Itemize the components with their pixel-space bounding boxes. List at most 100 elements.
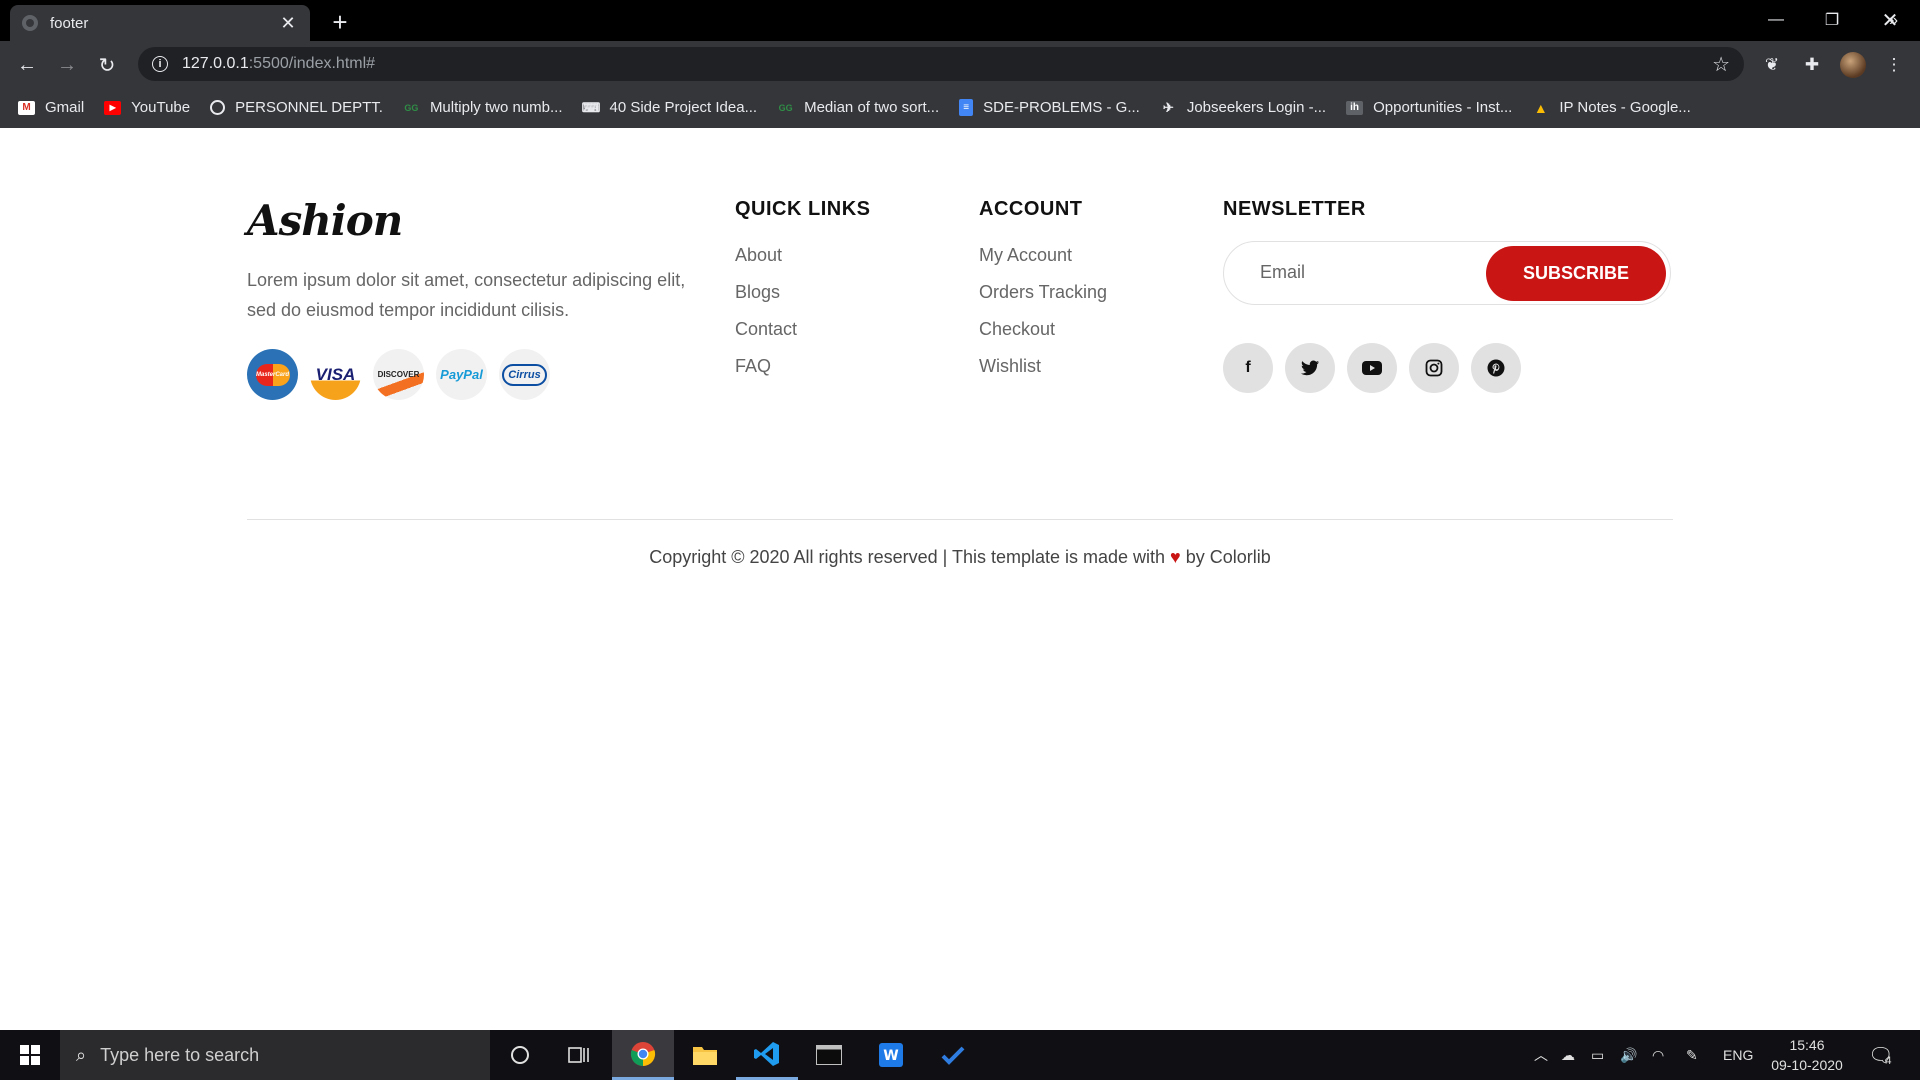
footer-divider — [247, 519, 1673, 520]
bookmark-item[interactable]: ▲ IP Notes - Google... — [1532, 99, 1691, 116]
gfg-icon: GG — [778, 102, 793, 113]
clock-date: 09-10-2020 — [1771, 1057, 1843, 1073]
link-contact[interactable]: Contact — [735, 311, 871, 348]
bookmark-item[interactable]: ≡ SDE-PROBLEMS - G... — [959, 99, 1140, 116]
volume-icon[interactable]: 🔊 — [1620, 1030, 1637, 1080]
todo-icon[interactable] — [922, 1030, 984, 1080]
tab-title: footer — [50, 14, 89, 32]
runner-icon: ✈ — [1162, 99, 1174, 115]
wifi-icon[interactable]: ◠ — [1652, 1030, 1664, 1080]
restore-icon[interactable]: ❐ — [1804, 0, 1860, 40]
email-input[interactable] — [1260, 262, 1480, 283]
account-links: ACCOUNT My Account Orders Tracking Check… — [979, 198, 1107, 385]
pinterest-icon[interactable] — [1471, 343, 1521, 393]
bookmark-label: PERSONNEL DEPTT. — [235, 99, 383, 116]
youtube-icon[interactable] — [1347, 343, 1397, 393]
youtube-icon: ▶ — [104, 100, 122, 115]
menu-icon[interactable]: ⋮ — [1882, 53, 1906, 77]
link-faq[interactable]: FAQ — [735, 348, 871, 385]
clock-time: 15:46 — [1789, 1037, 1825, 1053]
chrome-icon[interactable] — [612, 1030, 674, 1080]
pen-icon[interactable]: ✎ — [1686, 1030, 1698, 1080]
back-icon[interactable]: ← — [13, 51, 41, 79]
heart-icon: ♥ — [1170, 547, 1181, 567]
terminal-icon[interactable] — [798, 1030, 860, 1080]
close-tab-icon[interactable]: ✕ — [278, 13, 298, 34]
page-content: Ashion Lorem ipsum dolor sit amet, conse… — [0, 128, 1920, 1030]
vscode-icon[interactable] — [736, 1030, 798, 1080]
extension-icon[interactable]: ❦ — [1760, 53, 1784, 77]
logo[interactable]: Ashion — [247, 196, 697, 245]
gfg-icon: GG — [404, 102, 419, 113]
bookmark-star-icon[interactable]: ☆ — [1712, 52, 1730, 77]
bookmark-label: Opportunities - Inst... — [1373, 99, 1513, 116]
windows-start-icon[interactable] — [0, 1030, 60, 1080]
link-checkout[interactable]: Checkout — [979, 311, 1107, 348]
language-indicator[interactable]: ENG — [1723, 1030, 1753, 1080]
file-explorer-icon[interactable] — [674, 1030, 736, 1080]
minimize-icon[interactable]: — — [1748, 0, 1804, 40]
url-path: :5500/index.html# — [248, 55, 376, 72]
visa-icon: VISA — [310, 349, 361, 400]
address-bar[interactable]: i 127.0.0.1 :5500/index.html# ☆ — [138, 47, 1744, 81]
bookmark-label: Gmail — [45, 99, 85, 116]
bookmark-item[interactable]: ▶ YouTube — [104, 99, 190, 116]
colorlib-link[interactable]: by Colorlib — [1181, 547, 1271, 567]
link-about[interactable]: About — [735, 237, 871, 274]
bookmark-label: IP Notes - Google... — [1559, 99, 1691, 116]
paypal-icon: PayPal — [436, 349, 487, 400]
footer-about-text: Lorem ipsum dolor sit amet, consectetur … — [247, 270, 686, 320]
globe-icon — [210, 100, 226, 115]
extensions-puzzle-icon[interactable]: ✚ — [1800, 53, 1824, 77]
bookmark-item[interactable]: M Gmail — [18, 99, 84, 116]
browser-toolbar: ← → ↻ i 127.0.0.1 :5500/index.html# ☆ ❦ … — [0, 41, 1920, 87]
link-orders-tracking[interactable]: Orders Tracking — [979, 274, 1107, 311]
bookmark-item[interactable]: PERSONNEL DEPTT. — [210, 99, 383, 116]
link-wishlist[interactable]: Wishlist — [979, 348, 1107, 385]
reload-icon[interactable]: ↻ — [93, 51, 121, 79]
bookmark-item[interactable]: ⌨ 40 Side Project Idea... — [582, 99, 757, 116]
battery-icon[interactable]: ▭ — [1591, 1030, 1604, 1080]
subscribe-button[interactable]: SUBSCRIBE — [1486, 246, 1666, 301]
bookmarks-overflow-icon[interactable]: » — [1889, 12, 1898, 30]
instagram-icon[interactable] — [1409, 343, 1459, 393]
quick-links: QUICK LINKS About Blogs Contact FAQ — [735, 198, 871, 385]
profile-avatar[interactable] — [1840, 52, 1866, 78]
show-hidden-icons[interactable]: ︿ — [1534, 1030, 1548, 1080]
bookmark-label: SDE-PROBLEMS - G... — [983, 99, 1140, 116]
task-view-icon[interactable] — [548, 1030, 610, 1080]
onedrive-icon[interactable]: ☁ — [1561, 1030, 1575, 1080]
taskbar-clock[interactable]: 15:46 09-10-2020 — [1764, 1035, 1850, 1075]
twitter-icon[interactable] — [1285, 343, 1335, 393]
bookmark-item[interactable]: ih Opportunities - Inst... — [1346, 99, 1512, 116]
docs-icon: ≡ — [959, 99, 974, 116]
notifications-icon[interactable]: 🗨 4 — [1868, 1030, 1893, 1080]
bookmark-item[interactable]: GG Multiply two numb... — [403, 99, 562, 116]
facebook-icon[interactable]: f — [1223, 343, 1273, 393]
gmail-icon: M — [18, 100, 35, 115]
url-host: 127.0.0.1 — [182, 55, 249, 72]
link-blogs[interactable]: Blogs — [735, 274, 871, 311]
bookmarks-bar: M Gmail ▶ YouTube PERSONNEL DEPTT. GG Multiply… — [0, 87, 1920, 128]
bookmark-label: 40 Side Project Idea... — [609, 99, 758, 116]
link-my-account[interactable]: My Account — [979, 237, 1107, 274]
globe-icon — [22, 15, 38, 31]
new-tab-button[interactable]: + — [326, 7, 354, 38]
discover-icon: DISCOVER — [373, 349, 424, 400]
taskbar-search[interactable]: ⌕ Type here to search — [60, 1030, 490, 1080]
newsletter-title: NEWSLETTER — [1223, 198, 1366, 220]
bookmark-item[interactable]: GG Median of two sort... — [777, 99, 940, 116]
mastercard-icon: MasterCard — [247, 349, 298, 400]
cortana-icon[interactable] — [489, 1030, 551, 1080]
bookmark-item[interactable]: ✈ Jobseekers Login -... — [1160, 99, 1326, 116]
quick-links-title: QUICK LINKS — [735, 198, 871, 220]
forward-icon[interactable]: → — [53, 51, 81, 79]
site-info-icon[interactable]: i — [152, 56, 168, 72]
bookmark-label: YouTube — [131, 99, 191, 116]
tab-strip: footer ✕ + — ❐ ✕ — [0, 0, 1920, 41]
copyright: Copyright © 2020 All rights reserved | T… — [0, 547, 1920, 568]
word-app-icon[interactable]: W — [860, 1030, 922, 1080]
tab-footer[interactable]: footer ✕ — [10, 5, 310, 41]
svg-text:W: W — [883, 1048, 898, 1064]
newsletter: NEWSLETTER SUBSCRIBE f — [1223, 198, 1673, 393]
